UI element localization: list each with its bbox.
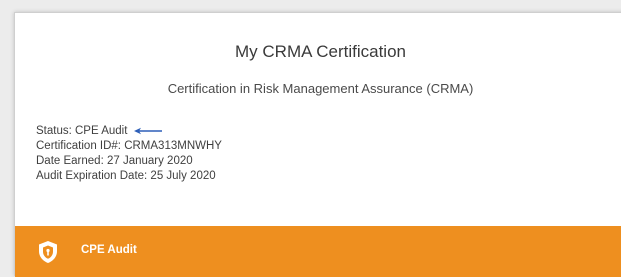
arrow-left-icon xyxy=(133,127,162,135)
certification-id-row: Certification ID#: CRMA313MNWHY xyxy=(36,140,222,152)
certification-card: My CRMA Certification Certification in R… xyxy=(14,12,621,277)
page-title: My CRMA Certification xyxy=(235,42,406,61)
cpe-audit-banner[interactable]: CPE Audit xyxy=(15,226,621,277)
status-text: Status: CPE Audit xyxy=(36,125,128,137)
audit-expiration-row: Audit Expiration Date: 25 July 2020 xyxy=(36,170,216,182)
date-earned-row: Date Earned: 27 January 2020 xyxy=(36,155,193,167)
certification-subtitle: Certification in Risk Management Assuran… xyxy=(167,81,474,96)
status-row: Status: CPE Audit xyxy=(36,124,222,139)
certification-details: Status: CPE Audit Certification ID#: CRM… xyxy=(36,124,222,184)
shield-icon xyxy=(39,241,57,263)
banner-label: CPE Audit xyxy=(81,244,137,256)
